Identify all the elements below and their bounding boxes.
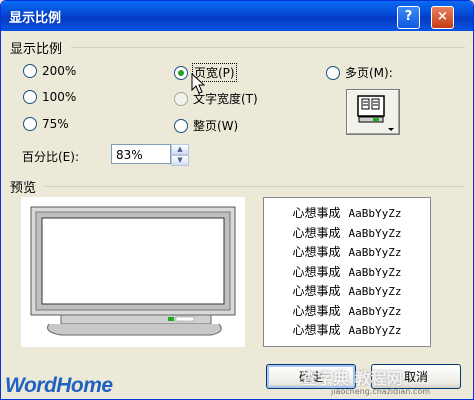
- sample-latin: AaBbYyZz: [348, 246, 402, 259]
- site-url-watermark: jiaocheng.chazidian.com: [331, 387, 431, 396]
- radio-100-label: 100%: [42, 90, 77, 104]
- radio-75-label: 75%: [42, 117, 69, 131]
- radio-whole-page[interactable]: 整页(W): [174, 117, 238, 134]
- monitor-pages-icon: [357, 95, 394, 131]
- preview-group-label: 预览: [10, 181, 37, 196]
- radio-many-pages[interactable]: 多页(M):: [326, 64, 393, 81]
- sample-row: 心想事成 AaBbYyZz: [264, 321, 430, 341]
- sample-latin: AaBbYyZz: [348, 207, 402, 220]
- radio-text-width[interactable]: 文字宽度(T): [174, 90, 258, 107]
- zoom-group-divider: [71, 47, 465, 48]
- radio-whole-page-button[interactable]: [174, 118, 188, 133]
- radio-200-label: 200%: [42, 64, 77, 78]
- spin-up-button[interactable]: ▲: [171, 144, 189, 155]
- sample-latin: AaBbYyZz: [348, 304, 402, 318]
- radio-100-button[interactable]: [23, 90, 37, 104]
- radio-200-button[interactable]: [23, 64, 37, 78]
- sample-latin: AaBbYyZz: [348, 265, 402, 279]
- preview-area: [21, 197, 245, 347]
- font-sample-box: 心想事成 AaBbYyZz 心想事成 AaBbYyZz 心想事成 AaBbYyZz 心…: [263, 197, 431, 347]
- percent-label: 百分比(E):: [22, 150, 79, 164]
- sample-row: 心想事成 AaBbYyZz: [264, 204, 430, 224]
- preview-monitor-illustration: [30, 206, 236, 336]
- sample-latin: AaBbYyZz: [348, 285, 402, 298]
- sample-row: 心想事成 AaBbYyZz: [264, 243, 430, 263]
- spin-down-button[interactable]: ▼: [171, 155, 189, 166]
- radio-whole-page-label: 整页(W): [193, 119, 239, 133]
- sample-latin: AaBbYyZz: [348, 226, 402, 240]
- radio-page-width-button[interactable]: [174, 65, 188, 80]
- sample-row: 心想事成 AaBbYyZz: [264, 282, 430, 302]
- radio-100[interactable]: 100%: [23, 90, 76, 104]
- sample-row: 心想事成 AaBbYyZz: [264, 224, 430, 244]
- close-button[interactable]: ×: [431, 6, 454, 29]
- sample-cjk: 心想事成: [292, 303, 341, 318]
- percent-input[interactable]: 83%: [111, 144, 171, 164]
- sample-row: 心想事成 AaBbYyZz: [264, 263, 430, 283]
- wordhome-watermark-logo: WordHome: [5, 374, 113, 397]
- percent-spinner[interactable]: ▲ ▼: [171, 144, 189, 166]
- radio-text-width-button[interactable]: [174, 91, 188, 106]
- zoom-group-label: 显示比例: [10, 42, 63, 57]
- dialog-title: 显示比例: [9, 11, 62, 26]
- site-watermark: 查字典 教程网: [301, 369, 403, 388]
- mouse-cursor-icon: [191, 73, 205, 94]
- sample-cjk: 心想事成: [292, 264, 341, 279]
- radio-75-button[interactable]: [23, 117, 37, 131]
- radio-many-pages-label: 多页(M):: [345, 66, 393, 80]
- sample-cjk: 心想事成: [292, 206, 341, 220]
- zoom-dialog: 显示比例 ? × 显示比例 200% 100% 75% 页宽(P) 文字宽度(T…: [0, 0, 474, 400]
- sample-cjk: 心想事成: [292, 245, 341, 259]
- title-bar[interactable]: 显示比例 ? ×: [1, 1, 473, 31]
- radio-200[interactable]: 200%: [23, 64, 76, 78]
- sample-row: 心想事成 AaBbYyZz: [264, 302, 430, 322]
- sample-cjk: 心想事成: [292, 284, 341, 298]
- help-button[interactable]: ?: [397, 6, 420, 29]
- sample-latin: AaBbYyZz: [348, 324, 402, 337]
- preview-group-divider: [45, 186, 465, 187]
- sample-cjk: 心想事成: [292, 323, 341, 337]
- radio-many-pages-button[interactable]: [326, 65, 340, 80]
- sample-cjk: 心想事成: [292, 225, 341, 240]
- many-pages-picker-button[interactable]: [346, 89, 400, 135]
- radio-75[interactable]: 75%: [23, 117, 69, 131]
